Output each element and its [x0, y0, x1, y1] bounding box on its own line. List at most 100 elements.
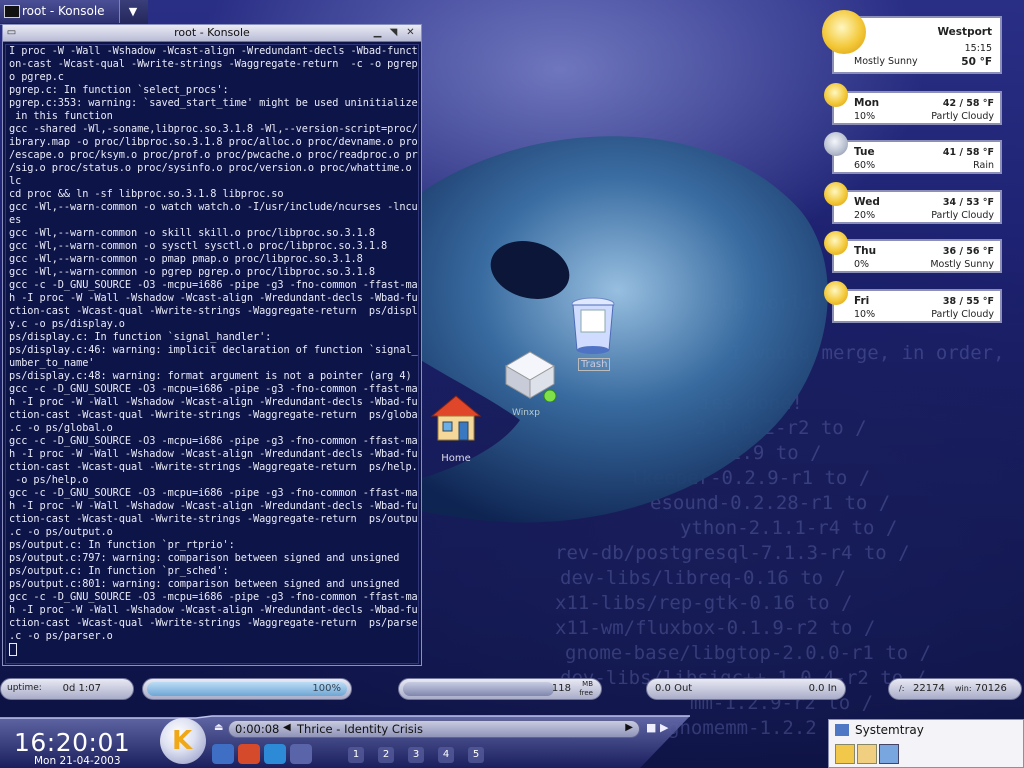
- logout-icon[interactable]: [238, 744, 260, 764]
- terminal-line: gcc -c -D_GNU_SOURCE -O3 -mcpu=i686 -pip…: [9, 435, 419, 447]
- network-tray-icon[interactable]: [879, 744, 899, 764]
- systray-title: Systemtray: [855, 723, 924, 737]
- minimize-icon[interactable]: ▁: [372, 27, 383, 38]
- memory-value: 118: [551, 683, 571, 694]
- terminal-line: gcc -shared -Wl,-soname,libproc.so.3.1.8…: [9, 123, 419, 135]
- kde-logo-icon: K: [172, 726, 193, 756]
- window-titlebar[interactable]: ▭ root - Konsole ▁ ◥ ✕: [3, 25, 421, 42]
- desktop-icon-home[interactable]: Home: [426, 392, 486, 464]
- disk-monitor[interactable]: /: 22174 win: 70126: [888, 678, 1022, 700]
- close-icon[interactable]: ✕: [405, 27, 416, 38]
- terminal-line: ction-cast -Wcast-qual -Wwrite-strings -…: [9, 461, 419, 473]
- hard-drive-icon: [505, 351, 557, 403]
- player-next-icon[interactable]: ▶: [625, 722, 633, 733]
- terminal-line: gcc -Wl,--warn-common -o sysctl sysctl.o…: [9, 240, 388, 252]
- disk-root-value: 22174: [913, 683, 945, 694]
- forecast-day: Wed: [854, 196, 880, 208]
- terminal-line: h -I proc -W -Wall -Wshadow -Wcast-align…: [9, 500, 419, 512]
- player-prev-icon[interactable]: ◀: [283, 722, 291, 733]
- terminal-line: gcc -c -D_GNU_SOURCE -O3 -mcpu=i686 -pip…: [9, 279, 419, 291]
- forecast-condition: Partly Cloudy: [931, 111, 994, 122]
- desktop-icon-trash[interactable]: Trash: [568, 296, 618, 371]
- taskbar-button-konsole[interactable]: root - Konsole: [0, 0, 120, 23]
- weather-forecast-day[interactable]: Tue 41 / 58 °F 60% Rain: [832, 140, 1002, 174]
- terminal-line: I proc -W -Wall -Wshadow -Wcast-align -W…: [9, 45, 419, 57]
- forecast-day: Mon: [854, 97, 880, 109]
- weather-forecast-day[interactable]: Thu 36 / 56 °F 0% Mostly Sunny: [832, 239, 1002, 273]
- player-play-icon[interactable]: ▶: [660, 721, 668, 734]
- kde-menu-button[interactable]: K: [160, 718, 206, 764]
- background-text: rev-db/postgresql-7.1.3-r4 to /: [555, 542, 910, 564]
- forecast-condition: Partly Cloudy: [931, 210, 994, 221]
- taskbar-button-label: root - Konsole: [22, 4, 105, 18]
- forecast-temps: 34 / 53 °F: [942, 197, 994, 208]
- partly-cloudy-icon: [824, 83, 848, 107]
- player-eject-icon[interactable]: ⏏: [214, 722, 223, 733]
- uptime-monitor[interactable]: uptime: 0d 1:07: [0, 678, 134, 700]
- desktop-switcher-4[interactable]: 4: [438, 747, 454, 763]
- terminal-line: -o ps/help.o: [9, 474, 89, 486]
- terminal-line: in this function: [9, 110, 113, 122]
- weather-forecast-day[interactable]: Wed 34 / 53 °F 20% Partly Cloudy: [832, 190, 1002, 224]
- memory-monitor[interactable]: 118 MB free: [398, 678, 602, 700]
- partly-cloudy-icon: [824, 281, 848, 305]
- terminal-line: ps/display.c:46: warning: implicit decla…: [9, 344, 419, 356]
- klipper-icon[interactable]: [835, 744, 855, 764]
- terminal-line: gcc -Wl,--warn-common -o pmap pmap.o pro…: [9, 253, 363, 265]
- disk-win-label: win:: [955, 684, 972, 693]
- forecast-day: Fri: [854, 295, 870, 307]
- trash-label: Trash: [578, 358, 611, 371]
- forecast-day: Thu: [854, 245, 877, 257]
- weather-forecast-day[interactable]: Fri 38 / 55 °F 10% Partly Cloudy: [832, 289, 1002, 323]
- background-text: x11-wm/fluxbox-0.1.9-r2 to /: [555, 617, 876, 639]
- mostly-sunny-icon: [824, 231, 848, 255]
- terminal-line: .c -o ps/parser.o: [9, 630, 113, 642]
- player-stop-icon[interactable]: ■: [646, 721, 656, 734]
- terminal-line: ction-cast -Wcast-qual -Wwrite-strings -…: [9, 617, 419, 629]
- terminal-line: /escape.o proc/ksym.o proc/prof.o proc/p…: [9, 149, 419, 161]
- taskbar-menu-arrow-icon[interactable]: ▼: [124, 4, 142, 20]
- terminal-line: cd proc && ln -sf libproc.so.3.1.8 libpr…: [9, 188, 284, 200]
- lock-screen-icon[interactable]: [212, 744, 234, 764]
- terminal-line: on-cast -Wcast-qual -Wwrite-strings -Wag…: [9, 58, 419, 70]
- disk-root-label: /:: [899, 684, 905, 693]
- terminal-launcher-icon[interactable]: [290, 744, 312, 764]
- cpu-monitor[interactable]: 100%: [142, 678, 352, 700]
- mostly-sunny-icon: [822, 10, 866, 54]
- forecast-pop: 20%: [854, 210, 876, 221]
- terminal-line: gcc -Wl,--warn-common -o skill skill.o p…: [9, 227, 375, 239]
- system-tray: Systemtray: [828, 719, 1024, 768]
- desktop-switcher-3[interactable]: 3: [408, 747, 424, 763]
- desktop-switcher-2[interactable]: 2: [378, 747, 394, 763]
- calendar-icon[interactable]: [857, 744, 877, 764]
- home-folder-icon[interactable]: [264, 744, 286, 764]
- weather-temp: 50 °F: [961, 56, 992, 68]
- desktop-icon-winxp[interactable]: Winxp: [500, 346, 560, 418]
- weather-forecast-day[interactable]: Mon 42 / 58 °F 10% Partly Cloudy: [832, 91, 1002, 125]
- terminal-line: ps/display.c: In function `signal_handle…: [9, 331, 272, 343]
- player-time: 0:00:08: [235, 722, 280, 736]
- terminal-line: gcc -c -D_GNU_SOURCE -O3 -mcpu=i686 -pip…: [9, 591, 419, 603]
- terminal-line: ps/output.c: In function `pr_rtprio':: [9, 539, 235, 551]
- weather-condition: Mostly Sunny: [854, 56, 918, 67]
- terminal-line: /sig.o proc/status.o proc/sysinfo.o proc…: [9, 162, 419, 174]
- desktop-switcher-5[interactable]: 5: [468, 747, 484, 763]
- terminal-line: .c -o ps/output.o: [9, 526, 113, 538]
- terminal-line: pgrep.c: In function `select_procs':: [9, 84, 229, 96]
- desktop-switcher-1[interactable]: 1: [348, 747, 364, 763]
- maximize-icon[interactable]: ◥: [388, 27, 399, 38]
- network-monitor[interactable]: 0.0 Out 0.0 In: [646, 678, 846, 700]
- media-player-bar[interactable]: 0:00:08 ◀ Thrice - Identity Crisis ▶: [228, 720, 640, 738]
- partly-cloudy-icon: [824, 182, 848, 206]
- network-in: 0.0 In: [808, 683, 837, 694]
- terminal-output[interactable]: I proc -W -Wall -Wshadow -Wcast-align -W…: [5, 44, 419, 664]
- terminal-line: umber_to_name': [9, 357, 95, 369]
- memory-unit-top: MB: [582, 680, 593, 688]
- forecast-pop: 10%: [854, 309, 876, 320]
- uptime-value: 0d 1:07: [62, 683, 101, 694]
- terminal-line: gcc -c -D_GNU_SOURCE -O3 -mcpu=i686 -pip…: [9, 383, 419, 395]
- terminal-icon: [4, 5, 20, 18]
- terminal-line: ps/output.c: In function `pr_sched':: [9, 565, 229, 577]
- forecast-pop: 10%: [854, 111, 876, 122]
- panel-clock[interactable]: 16:20:01: [14, 728, 130, 757]
